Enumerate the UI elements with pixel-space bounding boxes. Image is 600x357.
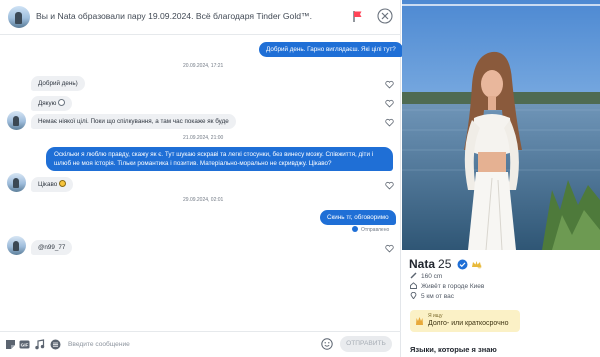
profile-city: Живёт в городе Киев [410, 282, 484, 290]
message-text: Добрий день. Гарно виглядаєш. Які цілі т… [266, 46, 396, 53]
message-text: @n99_77 [38, 244, 66, 251]
send-button[interactable]: ОТПРАВИТЬ [340, 336, 392, 352]
home-icon [410, 282, 417, 289]
like-heart-icon[interactable] [385, 244, 394, 253]
sender-avatar[interactable] [7, 173, 26, 192]
emoji-icon[interactable] [321, 338, 333, 350]
check-icon [352, 226, 358, 232]
outgoing-message: Оскільки я люблю правду, скажу як є. Тут… [46, 147, 393, 171]
incoming-message: @n99_77 [31, 240, 73, 255]
smile-emoji-icon [58, 99, 66, 106]
profile-city-text: Живёт в городе Киев [421, 283, 485, 290]
like-heart-icon[interactable] [385, 118, 394, 127]
relationship-goal-card: Я ищу Долго- или краткосрочно [410, 310, 520, 332]
profile-name: Nata 25 [409, 257, 451, 271]
goal-value: Долго- или краткосрочно [428, 320, 509, 327]
chat-pane: Вы и Nata образовали пару 19.09.2024. Вс… [0, 0, 403, 357]
profile-height-text: 160 cm [421, 273, 443, 280]
incoming-message: Цікаво [31, 177, 74, 192]
match-title: Вы и Nata образовали пару 19.09.2024. Вс… [36, 11, 312, 21]
sender-avatar[interactable] [7, 236, 26, 255]
message-text: Цікаво [38, 181, 58, 188]
ruler-icon [410, 272, 417, 279]
profile-photo[interactable] [402, 0, 600, 250]
profile-distance: 5 км от вас [410, 292, 454, 300]
chat-header: Вы и Nata образовали пару 19.09.2024. Вс… [0, 0, 401, 35]
like-heart-icon[interactable] [385, 80, 394, 89]
message-text: Оскільки я люблю правду, скажу як є. Тут… [54, 151, 374, 167]
incoming-message: Добрий день) [31, 76, 85, 91]
incoming-message: Немає ніякої цілі. Поки що спілкування, … [31, 114, 236, 129]
profile-name-text: Nata [409, 257, 436, 271]
profile-distance-text: 5 км от вас [421, 293, 455, 300]
timestamp: 20.09.2024, 17:21 [183, 63, 224, 69]
message-text: Немає ніякої цілі. Поки що спілкування, … [38, 118, 229, 125]
gold-badge-icon [472, 261, 482, 269]
like-heart-icon[interactable] [385, 181, 394, 190]
sent-status: Отправлено [352, 226, 389, 233]
message-text: Скинь тг, обговоримо [327, 214, 389, 221]
timestamp: 29.09.2024, 02:01 [183, 197, 224, 203]
sent-status-label: Отправлено [361, 227, 390, 233]
gif-icon[interactable]: GIF [19, 339, 30, 350]
svg-text:GIF: GIF [21, 342, 29, 347]
profile-pane: Nata 25 160 cm Живёт в городе Киев 5 км о… [402, 0, 600, 357]
sticker-icon[interactable] [5, 339, 16, 350]
close-icon[interactable] [377, 8, 393, 24]
like-heart-icon[interactable] [385, 99, 394, 108]
location-pin-icon [410, 292, 417, 299]
profile-age: 25 [438, 257, 452, 271]
incoming-message: Дякую [31, 96, 73, 111]
goal-label: Я ищу [428, 313, 443, 319]
message-input[interactable] [68, 337, 308, 352]
menu-icon[interactable] [50, 339, 61, 350]
music-icon[interactable] [34, 339, 45, 350]
outgoing-message: Скинь тг, обговоримо [320, 210, 396, 225]
message-text: Добрий день) [38, 80, 78, 87]
goal-emoji-icon [416, 317, 423, 325]
flag-icon[interactable] [352, 10, 363, 23]
message-text: Дякую [38, 100, 57, 107]
outgoing-message: Добрий день. Гарно виглядаєш. Які цілі т… [259, 42, 403, 57]
sender-avatar[interactable] [7, 111, 26, 130]
emoji-icon [59, 180, 67, 187]
match-avatar[interactable] [8, 6, 30, 28]
languages-heading: Языки, которые я знаю [410, 345, 497, 354]
timestamp: 21.09.2024, 21:00 [183, 135, 224, 141]
profile-height: 160 cm [410, 272, 442, 280]
verified-badge-icon [457, 259, 468, 270]
